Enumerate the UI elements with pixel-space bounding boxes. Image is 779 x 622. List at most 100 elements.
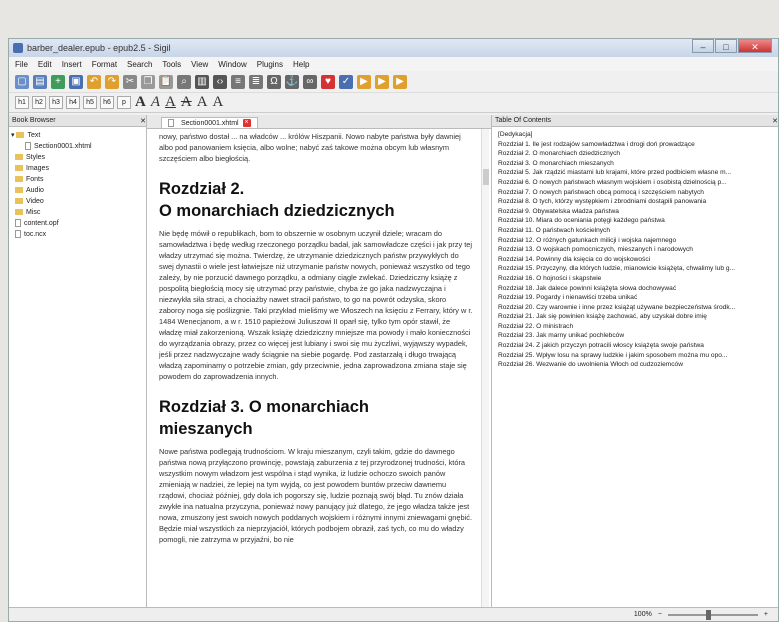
zoom-slider[interactable] (667, 609, 758, 620)
bold-icon[interactable]: A (135, 94, 146, 111)
editor-scrollbar[interactable] (481, 129, 489, 607)
plugin-3-icon[interactable]: ▶ (393, 74, 407, 89)
menu-help[interactable]: Help (293, 60, 309, 69)
toc-item[interactable]: Rozdział 14. Powinny dla księcia co do w… (498, 255, 772, 265)
minimize-button[interactable]: – (692, 39, 714, 53)
toc-item[interactable]: Rozdział 19. Pogardy i nienawiści trzeba… (498, 293, 772, 303)
menu-search[interactable]: Search (127, 60, 152, 69)
menu-edit[interactable]: Edit (38, 60, 52, 69)
toc-item[interactable]: Rozdział 16. O hojności i skąpstwie (498, 274, 772, 284)
maximize-button[interactable]: □ (715, 39, 737, 53)
underline-icon[interactable]: A (165, 94, 176, 111)
zoom-out-icon[interactable]: − (658, 611, 662, 618)
toc-item[interactable]: Rozdział 25. Wpływ losu na sprawy ludzki… (498, 351, 772, 361)
zoom-level: 100% (633, 611, 652, 618)
menu-tools[interactable]: Tools (162, 60, 181, 69)
tree-folder[interactable]: Fonts (11, 174, 144, 185)
heading-h6-button[interactable]: h6 (100, 96, 114, 109)
book-view-icon[interactable]: ▥ (195, 74, 209, 89)
toc-item[interactable]: Rozdział 23. Jak marny unikać pochlebców (498, 331, 772, 341)
heading-h1-button[interactable]: h1 (15, 96, 29, 109)
document-view[interactable]: nowy, państwo dostał ... na władców ... … (147, 129, 491, 545)
toc-item[interactable]: [Dedykacja] (498, 130, 772, 140)
tree-folder[interactable]: Images (11, 163, 144, 174)
tree-file[interactable]: content.opf (11, 218, 144, 229)
tree-label: Audio (26, 187, 44, 194)
menu-insert[interactable]: Insert (62, 60, 82, 69)
close-button[interactable]: ✕ (738, 39, 772, 53)
plugin-icon[interactable]: ▶ (357, 74, 371, 89)
tab-section[interactable]: Section0001.xhtml × (161, 117, 258, 128)
heading-h4-button[interactable]: h4 (66, 96, 80, 109)
zoom-in-icon[interactable]: + (764, 611, 768, 618)
tree-folder[interactable]: Styles (11, 152, 144, 163)
toc-item[interactable]: Rozdział 9. Obywatelska władza państwa (498, 207, 772, 217)
tree-folder[interactable]: Audio (11, 185, 144, 196)
new-icon[interactable]: ▢ (15, 74, 29, 89)
omega-icon[interactable]: Ω (267, 74, 281, 89)
chapter-heading: Rozdział 2. O monarchiach dziedzicznych (159, 178, 473, 222)
tree-file[interactable]: toc.ncx (11, 229, 144, 240)
toc-item[interactable]: Rozdział 8. O tych, którzy występkiem i … (498, 197, 772, 207)
toc-item[interactable]: Rozdział 22. O ministrach (498, 322, 772, 332)
toc-item[interactable]: Rozdział 12. O różnych gatunkach milicji… (498, 236, 772, 246)
scroll-thumb[interactable] (483, 169, 489, 185)
plugin-2-icon[interactable]: ▶ (375, 74, 389, 89)
tree-folder[interactable]: Misc (11, 207, 144, 218)
tree-folder[interactable]: Video (11, 196, 144, 207)
strike-icon[interactable]: A (181, 94, 192, 111)
toc-item[interactable]: Rozdział 18. Jak dalece powinni książęta… (498, 284, 772, 294)
add-file-icon[interactable]: + (51, 74, 65, 89)
undo-icon[interactable]: ↶ (87, 74, 101, 89)
toc-item[interactable]: Rozdział 11. O państwach kościelnych (498, 226, 772, 236)
code-view-icon[interactable]: ‹› (213, 74, 227, 89)
toc-item[interactable]: Rozdział 26. Wezwanie do uwolnienia Włoc… (498, 360, 772, 370)
superscript-icon[interactable]: A (213, 94, 224, 111)
tree-folder-text[interactable]: ▾ Text (11, 130, 144, 141)
toc-item[interactable]: Rozdział 21. Jak się powinien książę zac… (498, 312, 772, 322)
toc-item[interactable]: Rozdział 3. O monarchiach mieszanych (498, 159, 772, 169)
menu-view[interactable]: View (191, 60, 208, 69)
toc-item[interactable]: Rozdział 1. Ile jest rodzajów samowładzt… (498, 140, 772, 150)
spellcheck-icon[interactable]: ✓ (339, 74, 353, 89)
pane-close-icon[interactable]: ✕ (140, 117, 146, 125)
find-icon[interactable]: ⌕ (177, 74, 191, 89)
tree-file[interactable]: Section0001.xhtml (11, 141, 144, 152)
subscript-icon[interactable]: A (197, 94, 208, 111)
toc-item[interactable]: Rozdział 5. Jak rządzić miastami lub kra… (498, 168, 772, 178)
heart-icon[interactable]: ♥ (321, 74, 335, 89)
toc-list: [Dedykacja] Rozdział 1. Ile jest rodzajów… (492, 127, 778, 373)
align-left-icon[interactable]: ≡ (231, 74, 245, 89)
open-icon[interactable]: ▤ (33, 74, 47, 89)
toc-item[interactable]: Rozdział 10. Miara do oceniania potęgi k… (498, 216, 772, 226)
paragraph-button[interactable]: p (117, 96, 131, 109)
redo-icon[interactable]: ↷ (105, 74, 119, 89)
menu-format[interactable]: Format (92, 60, 117, 69)
italic-icon[interactable]: A (151, 94, 160, 111)
toc-item[interactable]: Rozdział 20. Czy warownie i inne przez k… (498, 303, 772, 313)
toc-item[interactable]: Rozdział 2. O monarchiach dziedzicznych (498, 149, 772, 159)
toc-item[interactable]: Rozdział 15. Przyczyny, dla których ludz… (498, 264, 772, 274)
heading-h3-button[interactable]: h3 (49, 96, 63, 109)
file-icon (15, 219, 21, 228)
anchor-icon[interactable]: ⚓ (285, 74, 299, 89)
zoom-slider-knob[interactable] (705, 609, 711, 620)
heading-h2-button[interactable]: h2 (32, 96, 46, 109)
cut-icon[interactable]: ✂ (123, 74, 137, 89)
paste-icon[interactable]: 📋 (159, 74, 173, 89)
toc-item[interactable]: Rozdział 24. Z jakich przyczyn potracili… (498, 341, 772, 351)
toc-item[interactable]: Rozdział 13. O wojskach pomocniczych, mi… (498, 245, 772, 255)
copy-icon[interactable]: ❐ (141, 74, 155, 89)
pane-close-icon[interactable]: ✕ (772, 117, 778, 125)
tab-close-icon[interactable]: × (242, 119, 251, 127)
toc-item[interactable]: Rozdział 7. O nowych państwach obcą pomo… (498, 188, 772, 198)
tree-label: toc.ncx (24, 231, 47, 238)
save-icon[interactable]: ▣ (69, 74, 83, 89)
toc-item[interactable]: Rozdział 6. O nowych państwach własnym w… (498, 178, 772, 188)
link-icon[interactable]: ∞ (303, 74, 317, 89)
menu-file[interactable]: File (15, 60, 28, 69)
menu-window[interactable]: Window (218, 60, 246, 69)
heading-h5-button[interactable]: h5 (83, 96, 97, 109)
menu-plugins[interactable]: Plugins (257, 60, 283, 69)
align-center-icon[interactable]: ≣ (249, 74, 263, 89)
